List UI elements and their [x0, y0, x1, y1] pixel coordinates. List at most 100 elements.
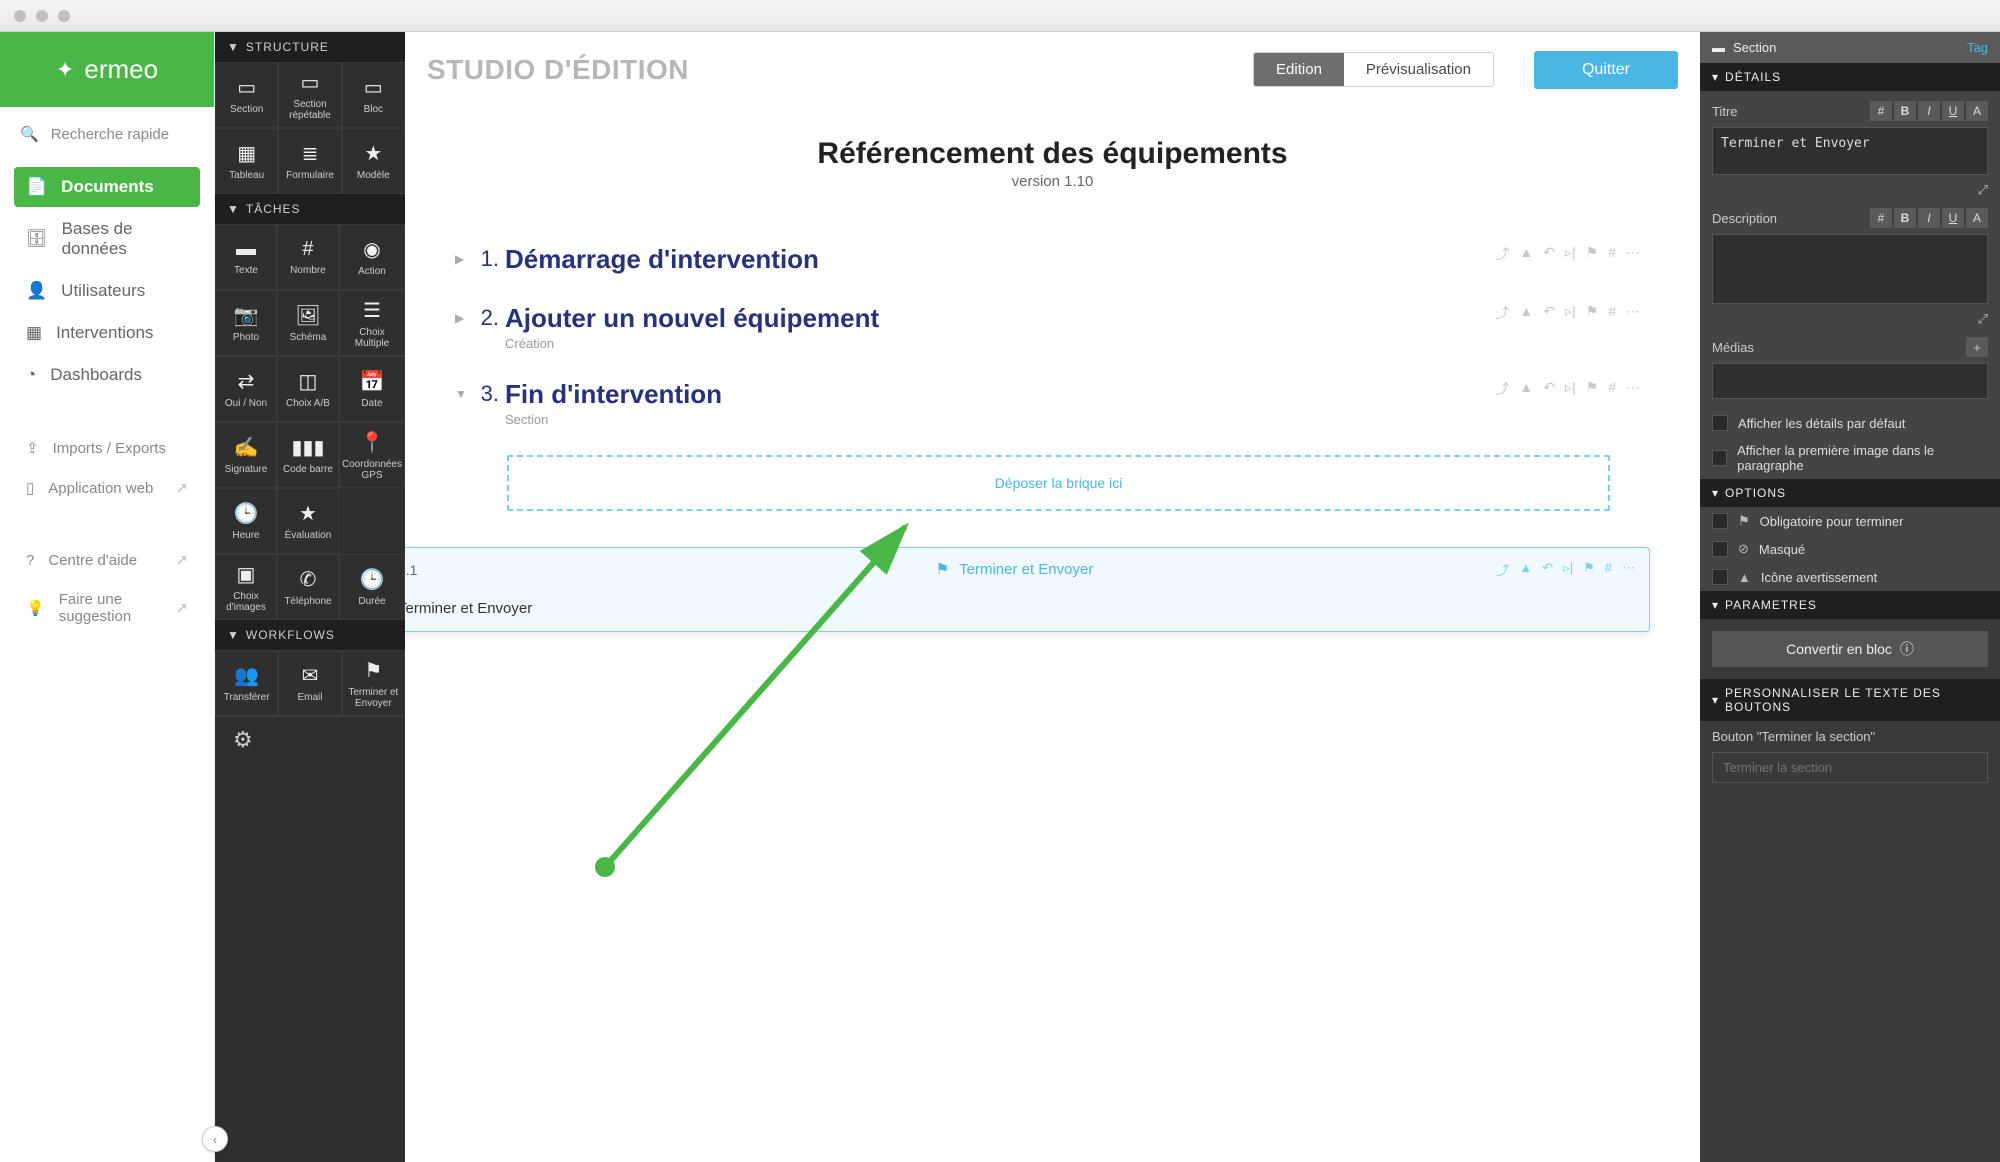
convert-block-button[interactable]: Convertir en bloc ⓘ	[1712, 631, 1988, 667]
nav-webapp[interactable]: ▯Application web ↗	[14, 469, 200, 507]
undo-icon[interactable]: ↶	[1542, 560, 1553, 579]
comp-task-texte[interactable]: ▬Texte	[215, 224, 277, 290]
format-bold-icon[interactable]: B	[1894, 101, 1916, 121]
comp-task-code-barre[interactable]: ▮▮▮Code barre	[277, 422, 339, 488]
format-font-icon[interactable]: A	[1966, 208, 1988, 228]
format-hash-icon[interactable]: #	[1870, 208, 1892, 228]
comp-structure-section[interactable]: ▭Section	[215, 62, 278, 128]
options-header[interactable]: ▾ OPTIONS	[1700, 479, 2000, 507]
traffic-light-max[interactable]	[58, 10, 70, 22]
comp-structure-mod-le[interactable]: ★Modèle	[342, 128, 405, 194]
comp-task-oui-non[interactable]: ⇄Oui / Non	[215, 356, 277, 422]
comp-task-t-l-phone[interactable]: ✆Téléphone	[277, 554, 339, 620]
warning-icon[interactable]: ▲	[1519, 379, 1533, 399]
skip-icon[interactable]: ▹|	[1563, 560, 1573, 579]
check-first-image[interactable]: Afficher la première image dans le parag…	[1700, 437, 2000, 479]
comp-task-coordonn-es-gps[interactable]: 📍Coordonnées GPS	[339, 422, 405, 488]
undo-icon[interactable]: ↶	[1543, 303, 1555, 323]
dragging-brick[interactable]: 3.1 ⚑Terminer et Envoyer ⤴ ▲ ↶ ▹| ⚑ # ⋯ …	[405, 547, 1650, 632]
nav-imports[interactable]: ⇪Imports / Exports	[14, 429, 200, 467]
media-dropzone[interactable]	[1712, 363, 1988, 399]
opt-mandatory[interactable]: ⚑Obligatoire pour terminer	[1700, 507, 2000, 535]
comp-task-choix-multiple[interactable]: ☰Choix Multiple	[339, 290, 405, 356]
warning-icon[interactable]: ▲	[1519, 560, 1532, 579]
collapse-toggle[interactable]: ‹	[202, 1126, 228, 1152]
format-hash-icon[interactable]: #	[1870, 101, 1892, 121]
hash-icon[interactable]: #	[1608, 303, 1616, 323]
format-underline-icon[interactable]: U	[1942, 208, 1964, 228]
hash-icon[interactable]: #	[1608, 244, 1616, 264]
quit-button[interactable]: Quitter	[1534, 51, 1678, 89]
nav-databases[interactable]: 🗄 Bases de données	[14, 209, 200, 269]
format-bold-icon[interactable]: B	[1894, 208, 1916, 228]
traffic-light-min[interactable]	[36, 10, 48, 22]
structure-header[interactable]: ▼ STRUCTURE	[215, 32, 405, 62]
comp-structure-tableau[interactable]: ▦Tableau	[215, 128, 278, 194]
search-row[interactable]: 🔍 Recherche rapide	[0, 107, 214, 161]
warning-icon[interactable]: ▲	[1519, 244, 1533, 264]
comp-task-signature[interactable]: ✍Signature	[215, 422, 277, 488]
comp-task-action[interactable]: ◉Action	[339, 224, 405, 290]
tab-preview[interactable]: Prévisualisation	[1344, 53, 1493, 86]
comp-task-choix-d-images[interactable]: ▣Choix d'images	[215, 554, 277, 620]
comp-task-dur-e[interactable]: 🕒Durée	[339, 554, 405, 620]
share-icon[interactable]: ⤴	[1495, 379, 1509, 399]
more-icon[interactable]: ⋯	[1626, 244, 1640, 264]
settings-footer[interactable]: ⚙	[215, 716, 405, 762]
skip-icon[interactable]: ▹|	[1565, 303, 1576, 323]
nav-dashboards[interactable]: ◔ Dashboards	[14, 355, 200, 395]
flag-icon[interactable]: ⚑	[1583, 560, 1595, 579]
tab-edition[interactable]: Edition	[1254, 53, 1344, 86]
nav-suggestion[interactable]: 💡Faire une suggestion ↗	[14, 581, 200, 635]
share-icon[interactable]: ⤴	[1496, 560, 1509, 579]
comp-task-choix-a-b[interactable]: ◫Choix A/B	[277, 356, 339, 422]
expand-title-icon[interactable]: ⤢	[1712, 182, 1988, 198]
comp-workflow-email[interactable]: ✉Email	[278, 650, 341, 716]
flag-icon[interactable]: ⚑	[1586, 244, 1599, 264]
comp-task-heure[interactable]: 🕒Heure	[215, 488, 277, 554]
section-row[interactable]: ▶ 2. Ajouter un nouvel équipement Créati…	[455, 289, 1650, 365]
section-row[interactable]: ▼ 3. Fin d'intervention Section ⤴ ▲ ↶ ▹|…	[455, 365, 1650, 441]
opt-warning[interactable]: ▲Icône avertissement	[1700, 563, 2000, 591]
add-media-button[interactable]: +	[1966, 337, 1988, 357]
tasks-header[interactable]: ▼ TÂCHES	[215, 194, 405, 224]
expand-desc-icon[interactable]: ⤢	[1712, 311, 1988, 327]
format-italic-icon[interactable]: I	[1918, 101, 1940, 121]
more-icon[interactable]: ⋯	[1626, 303, 1640, 323]
tag-link[interactable]: Tag	[1967, 40, 1988, 55]
params-header[interactable]: ▾ PARAMETRES	[1700, 591, 2000, 619]
comp-task-sch-ma[interactable]: 🖼Schéma	[277, 290, 339, 356]
share-icon[interactable]: ⤴	[1495, 303, 1509, 323]
format-italic-icon[interactable]: I	[1918, 208, 1940, 228]
nav-users[interactable]: 👤 Utilisateurs	[14, 271, 200, 311]
workflows-header[interactable]: ▼ WORKFLOWS	[215, 620, 405, 650]
details-header[interactable]: ▾ DÉTAILS	[1700, 63, 2000, 91]
caret-icon[interactable]: ▼	[455, 379, 469, 401]
desc-input[interactable]	[1712, 234, 1988, 304]
check-show-details[interactable]: Afficher les détails par défaut	[1700, 409, 2000, 437]
comp-task-nombre[interactable]: #Nombre	[277, 224, 339, 290]
drop-zone[interactable]: Déposer la brique ici	[507, 455, 1610, 511]
format-underline-icon[interactable]: U	[1942, 101, 1964, 121]
warning-icon[interactable]: ▲	[1519, 303, 1533, 323]
undo-icon[interactable]: ↶	[1543, 379, 1555, 399]
comp-task--valuation[interactable]: ★Évaluation	[277, 488, 339, 554]
undo-icon[interactable]: ↶	[1543, 244, 1555, 264]
traffic-light-close[interactable]	[14, 10, 26, 22]
button-section-input[interactable]	[1712, 752, 1988, 783]
section-row[interactable]: ▶ 1. Démarrage d'intervention ⤴ ▲ ↶ ▹| ⚑…	[455, 230, 1650, 289]
flag-icon[interactable]: ⚑	[1586, 303, 1599, 323]
format-font-icon[interactable]: A	[1966, 101, 1988, 121]
title-input[interactable]	[1712, 127, 1988, 175]
custom-header[interactable]: ▾ PERSONNALISER LE TEXTE DES BOUTONS	[1700, 679, 2000, 721]
nav-documents[interactable]: 📄 Documents	[14, 167, 200, 207]
more-icon[interactable]: ⋯	[1626, 379, 1640, 399]
hash-icon[interactable]: #	[1605, 560, 1612, 579]
caret-icon[interactable]: ▶	[455, 244, 469, 266]
comp-structure-formulaire[interactable]: ≣Formulaire	[278, 128, 341, 194]
opt-hidden[interactable]: ⊘Masqué	[1700, 535, 2000, 563]
comp-task-date[interactable]: 📅Date	[339, 356, 405, 422]
comp-structure-section-r-p-table[interactable]: ▭Section répétable	[278, 62, 341, 128]
caret-icon[interactable]: ▶	[455, 303, 469, 325]
skip-icon[interactable]: ▹|	[1565, 244, 1576, 264]
